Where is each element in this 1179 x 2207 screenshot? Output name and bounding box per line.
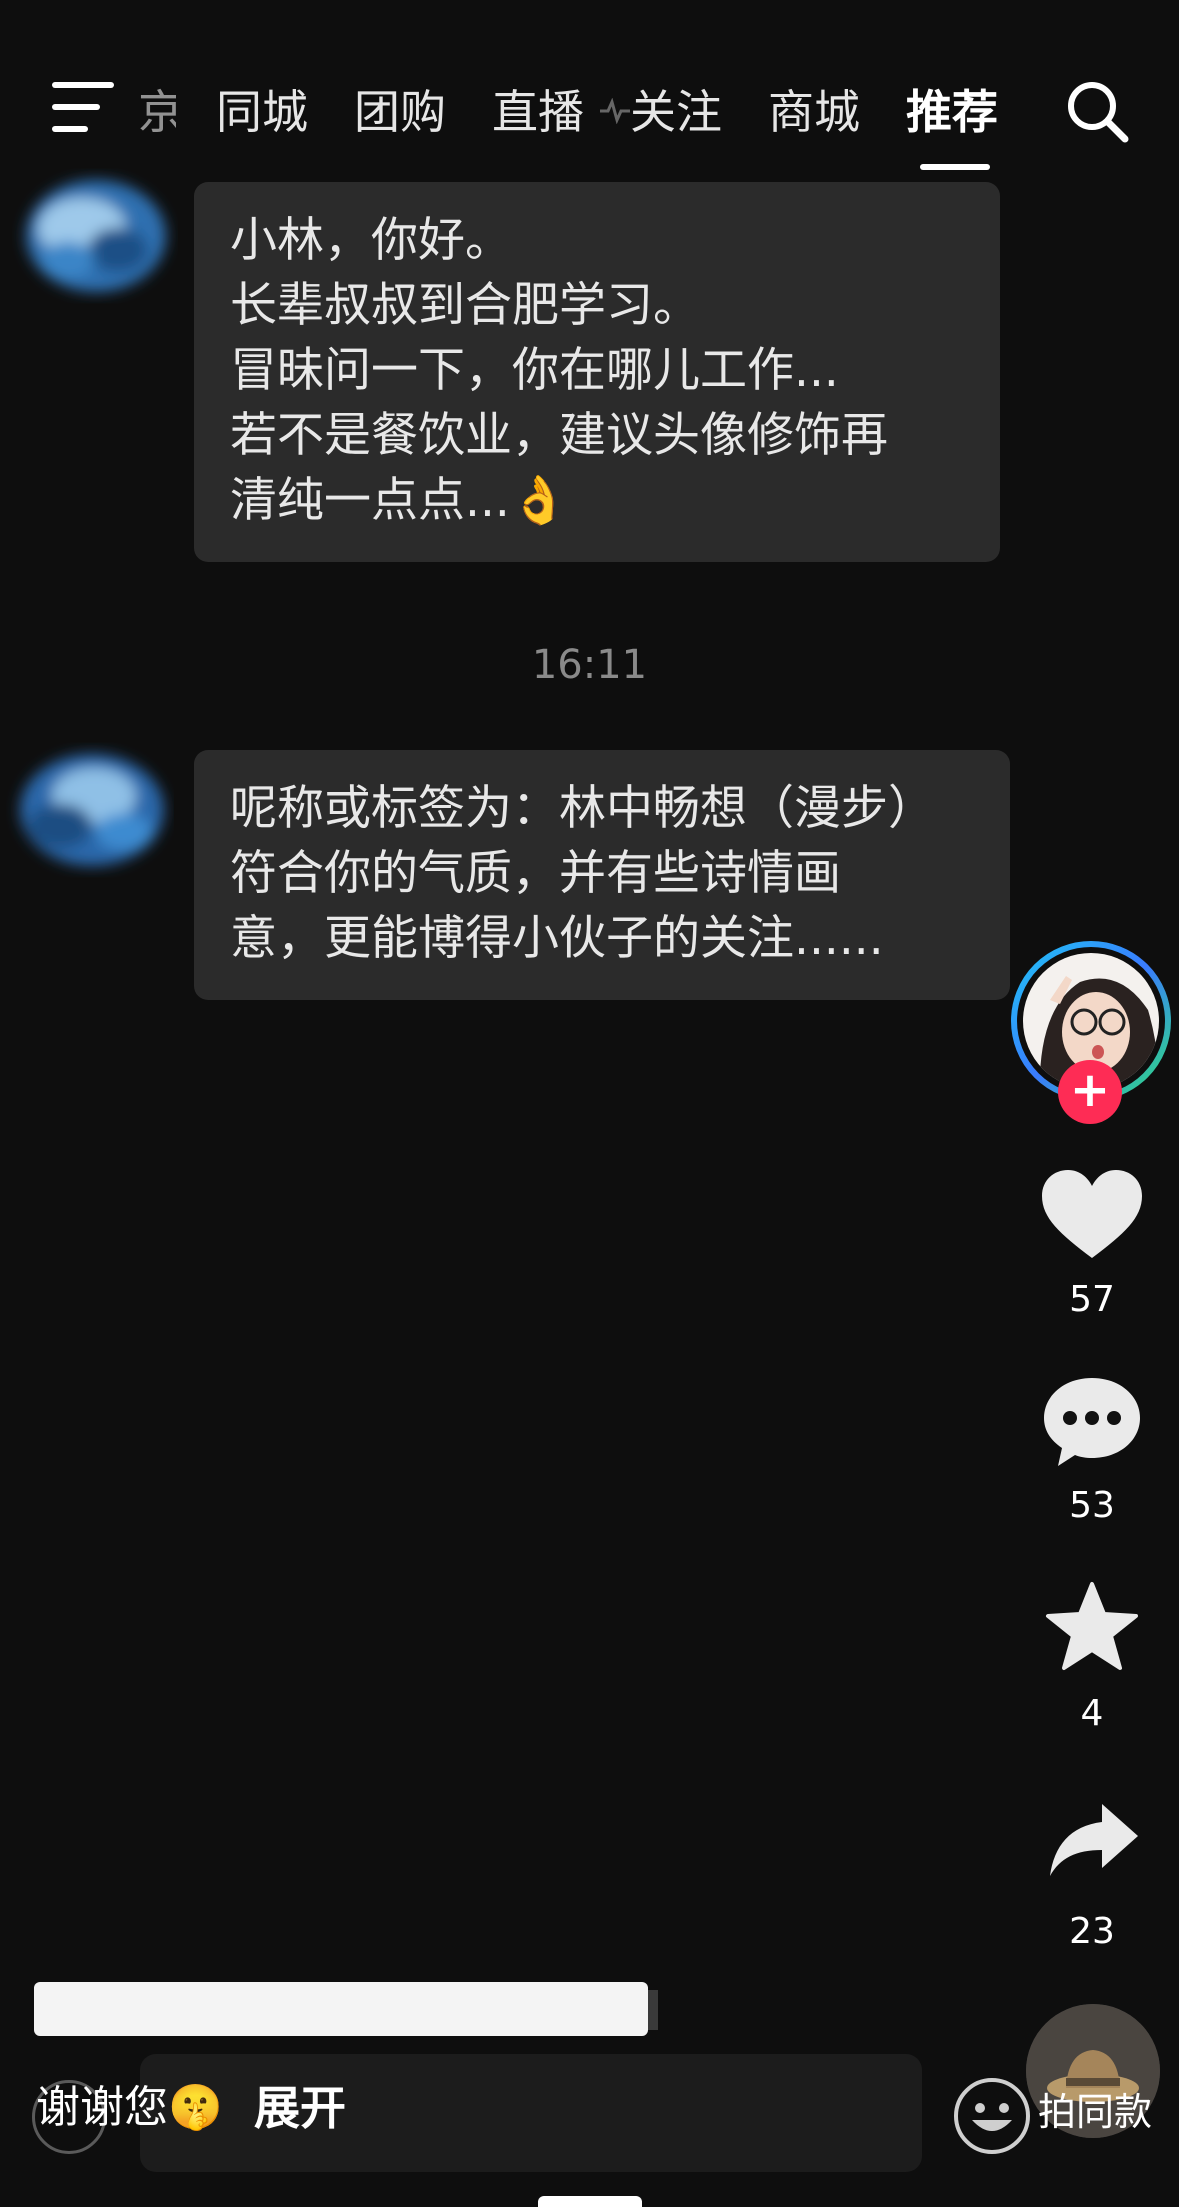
menu-icon[interactable] (52, 82, 114, 132)
favorite-count: 4 (1080, 1693, 1104, 1734)
message-line: 意，更能博得小伙子的关注...... (230, 911, 884, 966)
star-icon[interactable] (1044, 1580, 1140, 1672)
message-line: 长辈叔叔到合肥学习。 (230, 278, 700, 333)
live-indicator-icon (600, 98, 630, 124)
follow-button[interactable]: + (1058, 1060, 1122, 1124)
smile-icon[interactable] (952, 2076, 1032, 2156)
sender-avatar-blurred (26, 180, 166, 292)
message-line: 呢称或标签为：林中畅想（漫步） (230, 781, 935, 836)
message-line: 冒昧问一下，你在哪儿工作... (230, 343, 839, 398)
message-line: 小林，你好。 (230, 213, 512, 268)
heart-icon[interactable] (1040, 1168, 1144, 1260)
tab-tuangou[interactable]: 团购 (354, 82, 446, 142)
tab-tongcheng[interactable]: 同城 (216, 82, 308, 142)
video-caption: 谢谢您🤫 (36, 2082, 223, 2133)
like-count: 57 (1069, 1279, 1115, 1320)
sender-avatar-blurred (20, 754, 164, 866)
share-icon[interactable] (1046, 1800, 1140, 1878)
tab-guanzhu[interactable]: 关注 (630, 82, 722, 142)
message-line: 符合你的气质，并有些诗情画 (230, 846, 841, 901)
message-line: 清纯一点点...👌 (230, 473, 569, 528)
chat-bubble-1: 小林，你好。 长辈叔叔到合肥学习。 冒昧问一下，你在哪儿工作... 若不是餐饮业… (194, 182, 1000, 562)
share-count: 23 (1069, 1911, 1115, 1952)
chat-timestamp: 16:11 (531, 642, 648, 688)
comment-count: 53 (1069, 1485, 1115, 1526)
active-tab-indicator (920, 164, 990, 170)
tab-tuijian[interactable]: 推荐 (906, 82, 998, 142)
comment-icon[interactable] (1040, 1374, 1144, 1470)
chat-bubble-2: 呢称或标签为：林中畅想（漫步） 符合你的气质，并有些诗情画 意，更能博得小伙子的… (194, 750, 1010, 1000)
shoot-same-style-button[interactable]: 拍同款 (1038, 2087, 1152, 2137)
redacted-username-bar (34, 1982, 658, 2036)
expand-caption-button[interactable]: 展开 (254, 2078, 346, 2138)
message-line: 若不是餐饮业，建议头像修饰再 (230, 408, 888, 463)
tab-shangcheng[interactable]: 商城 (768, 82, 860, 142)
tab-zhibo[interactable]: 直播 (492, 82, 584, 142)
home-indicator (538, 2196, 642, 2207)
search-icon[interactable] (1064, 78, 1130, 144)
tab-faded-partial[interactable]: 京 (138, 82, 176, 142)
